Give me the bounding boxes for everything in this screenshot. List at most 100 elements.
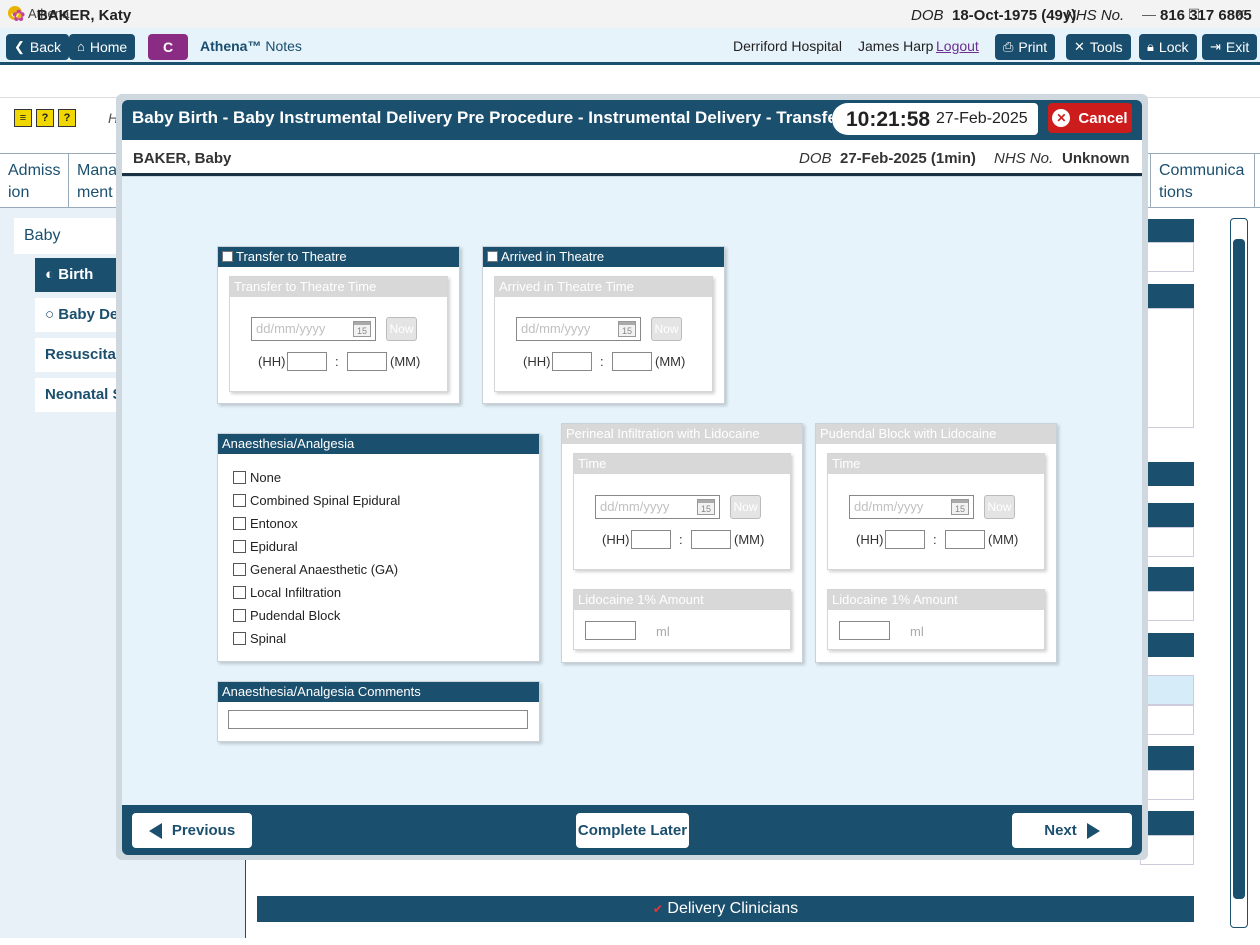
date-placeholder: dd/mm/yyyy (600, 499, 670, 514)
transfer-time-panel: Transfer to Theatre Time dd/mm/yyyy 15 N… (229, 276, 448, 392)
home-button[interactable]: ⌂ Home (69, 34, 136, 60)
anaesthesia-option[interactable]: General Anaesthetic (GA) (233, 562, 398, 577)
hh-label: (HH) (856, 532, 884, 547)
checkbox[interactable] (233, 540, 246, 553)
alert-list-icon[interactable]: ≡ (14, 109, 32, 127)
background-section-body (1140, 675, 1194, 705)
option-label: Entonox (250, 516, 298, 531)
back-button[interactable]: ❮ Back (6, 34, 70, 60)
pudendal-minute-input[interactable] (945, 530, 985, 549)
background-section-body (1140, 770, 1194, 800)
perineal-amount-input[interactable] (585, 621, 636, 640)
arrived-time-header: Arrived in Theatre Time (495, 277, 712, 297)
background-section-header (1140, 462, 1194, 486)
background-section-body (1140, 835, 1194, 865)
tab-communications[interactable]: Communica tions (1150, 154, 1255, 207)
anaesthesia-option[interactable]: Spinal (233, 631, 286, 646)
lock-button[interactable]: 🔒︎ Lock (1139, 34, 1197, 60)
transfer-minute-input[interactable] (347, 352, 387, 371)
anaesthesia-option[interactable]: Local Infiltration (233, 585, 341, 600)
transfer-hour-input[interactable] (287, 352, 327, 371)
mm-label: (MM) (734, 532, 765, 547)
baby-banner (122, 140, 1142, 176)
logout-link[interactable]: Logout (936, 38, 979, 54)
user-name: James Harp (858, 38, 934, 54)
anaesthesia-option[interactable]: Epidural (233, 539, 298, 554)
calendar-icon[interactable]: 15 (697, 499, 715, 515)
perineal-hour-input[interactable] (631, 530, 671, 549)
background-section-body (1140, 308, 1194, 428)
checkbox[interactable] (233, 471, 246, 484)
transfer-now-button[interactable]: Now (386, 317, 417, 341)
background-section-body (1140, 242, 1194, 272)
cancel-button[interactable]: ✕ Cancel (1048, 103, 1132, 133)
transfer-header-label: Transfer to Theatre (236, 249, 347, 264)
sidebar-baby-tab[interactable]: Baby (14, 218, 124, 254)
calendar-icon[interactable]: 15 (951, 499, 969, 515)
checkbox[interactable] (233, 563, 246, 576)
previous-button[interactable]: Previous (132, 813, 252, 848)
print-button[interactable]: ⎙ Print (995, 34, 1056, 60)
pudendal-now-button[interactable]: Now (984, 495, 1015, 519)
help-icon[interactable]: ? (58, 109, 76, 127)
pudendal-hour-input[interactable] (885, 530, 925, 549)
time-colon: : (933, 532, 937, 547)
pudendal-amount-input[interactable] (839, 621, 890, 640)
transfer-checkbox[interactable] (222, 251, 233, 262)
option-label: Local Infiltration (250, 585, 342, 600)
next-button[interactable]: Next (1012, 813, 1132, 848)
background-section-header (1140, 633, 1194, 657)
option-label: None (250, 470, 282, 485)
sidebar-item-birth[interactable]: ◐ Birth (35, 258, 125, 292)
previous-label: Previous (171, 822, 236, 839)
perineal-panel: Perineal Infiltration with Lidocaine Tim… (561, 423, 803, 663)
perineal-minute-input[interactable] (691, 530, 731, 549)
anaesthesia-option[interactable]: Pudendal Block (233, 608, 340, 623)
arrived-date-input[interactable]: dd/mm/yyyy 15 (516, 317, 641, 341)
perineal-now-button[interactable]: Now (730, 495, 761, 519)
sidebar-item-baby-details[interactable]: ○ Baby Det (35, 298, 125, 332)
main-toolbar: ❮ Back ⌂ Home C Athena™ Notes Derriford … (0, 28, 1260, 65)
exit-button[interactable]: ⇥ Exit (1202, 34, 1258, 60)
tick-icon: ✔ (652, 902, 663, 916)
hh-label: (HH) (523, 354, 551, 369)
background-section-body (1140, 527, 1194, 557)
sidebar-item-neonatal[interactable]: Neonatal S (35, 378, 125, 412)
anaesthesia-option[interactable]: None (233, 470, 281, 485)
help-icon[interactable]: ? (36, 109, 54, 127)
c-button[interactable]: C (148, 34, 188, 60)
perineal-date-input[interactable]: dd/mm/yyyy 15 (595, 495, 720, 519)
minimize-button[interactable]: — (1137, 3, 1161, 25)
flower-icon: ✿ (12, 8, 26, 25)
arrived-minute-input[interactable] (612, 352, 652, 371)
checkbox[interactable] (233, 494, 246, 507)
anaesthesia-option[interactable]: Combined Spinal Epidural (233, 493, 400, 508)
tools-button[interactable]: ✕ Tools (1066, 34, 1131, 60)
checkbox[interactable] (233, 517, 246, 530)
pudendal-date-input[interactable]: dd/mm/yyyy 15 (849, 495, 974, 519)
tab-admission[interactable]: Admiss ion (0, 154, 69, 207)
pudendal-amount-header: Lidocaine 1% Amount (828, 590, 1044, 610)
complete-later-button[interactable]: Complete Later (576, 813, 689, 848)
perineal-amount-header: Lidocaine 1% Amount (574, 590, 790, 610)
background-scrollbar[interactable] (1230, 218, 1248, 928)
calendar-icon[interactable]: 15 (618, 321, 636, 337)
checkbox[interactable] (233, 609, 246, 622)
anaesthesia-option[interactable]: Entonox (233, 516, 298, 531)
arrived-now-button[interactable]: Now (651, 317, 682, 341)
arrived-hour-input[interactable] (552, 352, 592, 371)
perineal-time-header: Time (574, 454, 790, 474)
transfer-date-input[interactable]: dd/mm/yyyy 15 (251, 317, 376, 341)
checkbox[interactable] (233, 586, 246, 599)
comments-input[interactable] (228, 710, 528, 729)
time-colon: : (335, 354, 339, 369)
date-placeholder: dd/mm/yyyy (256, 321, 326, 336)
scrollbar-thumb[interactable] (1233, 239, 1245, 899)
pudendal-panel: Pudendal Block with Lidocaine Time dd/mm… (815, 423, 1057, 663)
calendar-icon[interactable]: 15 (353, 321, 371, 337)
sidebar-item-resuscitation[interactable]: Resuscitati (35, 338, 125, 372)
arrived-checkbox[interactable] (487, 251, 498, 262)
arrow-right-icon (1086, 822, 1100, 839)
checkbox[interactable] (233, 632, 246, 645)
perineal-time-panel: Time dd/mm/yyyy 15 Now (HH) : (MM) (573, 453, 791, 570)
